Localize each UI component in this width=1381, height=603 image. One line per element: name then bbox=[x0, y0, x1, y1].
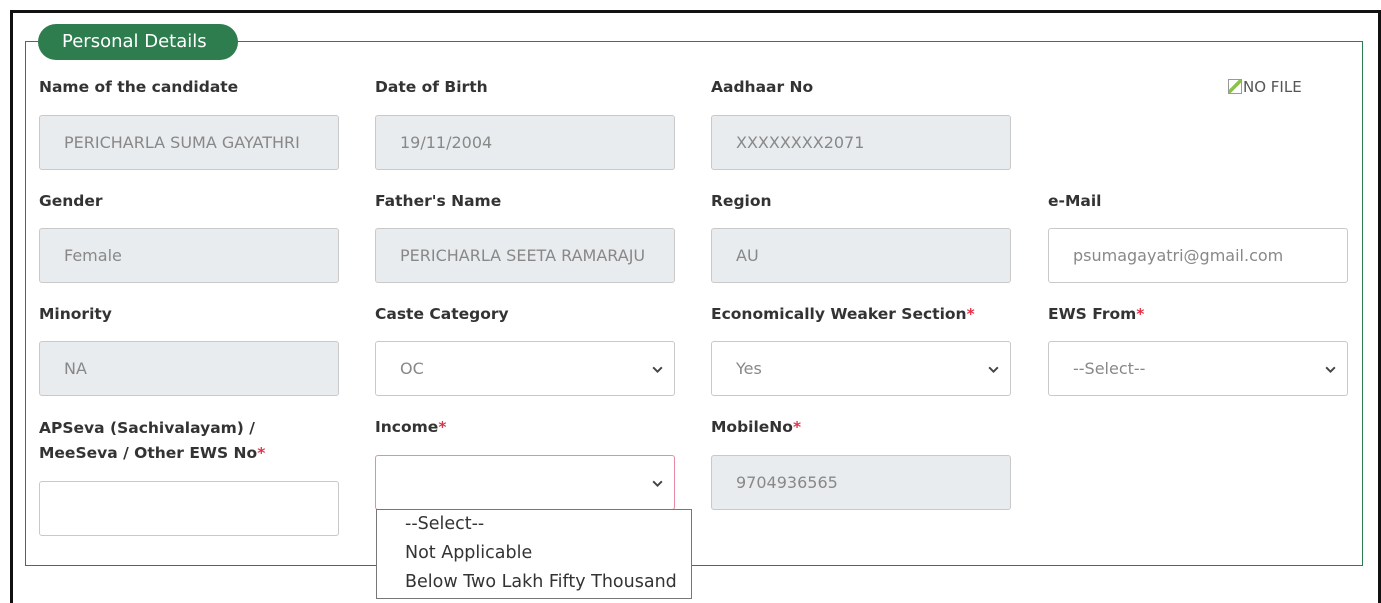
income-select[interactable] bbox=[375, 455, 675, 510]
chevron-down-icon bbox=[652, 366, 663, 374]
section-title: Personal Details bbox=[38, 24, 238, 60]
income-option[interactable]: Not Applicable bbox=[377, 539, 691, 568]
gender-field[interactable]: Female bbox=[39, 228, 339, 283]
ews-label: Economically Weaker Section* bbox=[711, 305, 975, 323]
aadhaar-label: Aadhaar No bbox=[711, 78, 814, 96]
caste-label: Caste Category bbox=[375, 305, 509, 323]
income-option[interactable]: --Select-- bbox=[377, 510, 691, 539]
broken-image-icon bbox=[1228, 79, 1242, 94]
father-name-field[interactable]: PERICHARLA SEETA RAMARAJU bbox=[375, 228, 675, 283]
mobile-label: MobileNo* bbox=[711, 418, 802, 436]
candidate-name-field[interactable]: PERICHARLA SUMA GAYATHRI bbox=[39, 115, 339, 170]
chevron-down-icon bbox=[1325, 366, 1336, 374]
region-label: Region bbox=[711, 192, 772, 210]
chevron-down-icon bbox=[988, 366, 999, 374]
ews-from-select-value: --Select-- bbox=[1073, 359, 1146, 378]
photo-alt-text: NO FILE bbox=[1243, 78, 1302, 96]
ews-no-input[interactable] bbox=[39, 481, 339, 536]
ews-select[interactable]: Yes bbox=[711, 341, 1011, 396]
aadhaar-field[interactable]: XXXXXXXX2071 bbox=[711, 115, 1011, 170]
gender-label: Gender bbox=[39, 192, 103, 210]
income-option[interactable]: Below Two Lakh Fifty Thousand bbox=[377, 568, 691, 597]
ews-from-select[interactable]: --Select-- bbox=[1048, 341, 1348, 396]
caste-select-value: OC bbox=[400, 359, 424, 378]
region-field[interactable]: AU bbox=[711, 228, 1011, 283]
father-name-label: Father's Name bbox=[375, 192, 502, 210]
email-field[interactable]: psumagayatri@gmail.com bbox=[1048, 228, 1348, 283]
candidate-photo: NO FILE bbox=[1228, 78, 1302, 96]
minority-label: Minority bbox=[39, 305, 112, 323]
income-label: Income* bbox=[375, 418, 447, 436]
ews-select-value: Yes bbox=[736, 359, 762, 378]
chevron-down-icon bbox=[652, 480, 663, 488]
income-dropdown-list: --Select-- Not Applicable Below Two Lakh… bbox=[376, 509, 692, 599]
email-label: e-Mail bbox=[1048, 192, 1102, 210]
dob-field[interactable]: 19/11/2004 bbox=[375, 115, 675, 170]
dob-label: Date of Birth bbox=[375, 78, 488, 96]
minority-field[interactable]: NA bbox=[39, 341, 339, 396]
ews-from-label: EWS From* bbox=[1048, 305, 1145, 323]
ews-no-label: APSeva (Sachivalayam) / MeeSeva / Other … bbox=[39, 419, 266, 462]
candidate-name-label: Name of the candidate bbox=[39, 78, 239, 96]
caste-select[interactable]: OC bbox=[375, 341, 675, 396]
mobile-field[interactable]: 9704936565 bbox=[711, 455, 1011, 510]
